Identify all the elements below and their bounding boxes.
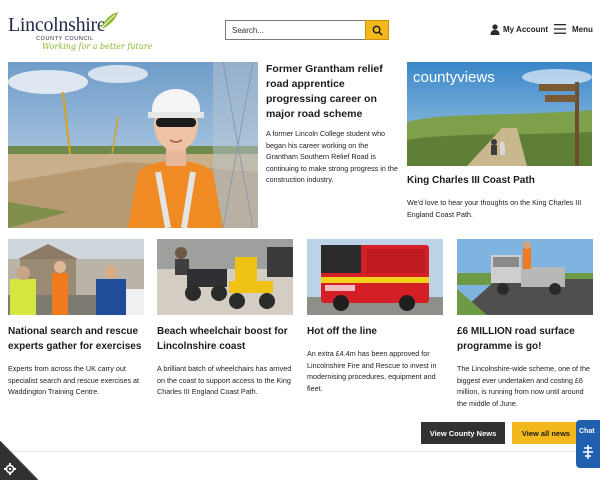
- side-feature-summary: We'd love to hear your thoughts on the K…: [407, 198, 582, 219]
- footer-divider: [0, 451, 600, 452]
- feature-image[interactable]: [8, 62, 258, 228]
- menu-label: Menu: [572, 24, 593, 34]
- search-input[interactable]: [225, 20, 366, 40]
- news-card[interactable]: Hot off the line An extra £4.4m has been…: [307, 239, 443, 394]
- hamburger-icon: [554, 24, 566, 34]
- news-card[interactable]: £6 MILLION road surface programme is go!…: [457, 239, 593, 409]
- news-card-summary: Experts from across the UK carry out spe…: [8, 364, 140, 396]
- chat-button[interactable]: Chat: [576, 420, 600, 468]
- news-card-image[interactable]: [157, 239, 293, 315]
- news-card-title[interactable]: Beach wheelchair boost for Lincolnshire …: [157, 324, 293, 354]
- news-card-title[interactable]: Hot off the line: [307, 324, 443, 339]
- feature-summary: A former Lincoln College student who beg…: [266, 129, 398, 184]
- news-card-image[interactable]: [307, 239, 443, 315]
- view-county-news-button[interactable]: View County News: [421, 422, 505, 444]
- news-card-title[interactable]: National search and rescue experts gathe…: [8, 324, 144, 354]
- search-button[interactable]: [365, 20, 389, 40]
- user-icon: [490, 24, 500, 35]
- site-header: Lincolnshire COUNTY COUNCIL Working for …: [0, 0, 600, 56]
- search-icon: [372, 25, 383, 36]
- cookie-settings-button[interactable]: [0, 440, 39, 480]
- lincoln-imp-icon: [583, 445, 593, 459]
- news-card[interactable]: Beach wheelchair boost for Lincolnshire …: [157, 239, 293, 398]
- view-all-news-button[interactable]: View all news: [512, 422, 580, 444]
- news-card-summary: The Lincolnshire-wide scheme, one of the…: [457, 364, 591, 408]
- side-feature-title[interactable]: King Charles III Coast Path: [407, 175, 592, 186]
- search-bar: [225, 20, 389, 40]
- leaf-icon: [100, 12, 118, 30]
- news-card[interactable]: National search and rescue experts gathe…: [8, 239, 144, 398]
- feature-title[interactable]: Former Grantham relief road apprentice p…: [266, 62, 398, 122]
- my-account-label: My Account: [503, 25, 549, 34]
- news-card-image[interactable]: [8, 239, 144, 315]
- news-card-image[interactable]: [457, 239, 593, 315]
- menu-button[interactable]: Menu: [554, 24, 593, 34]
- site-logo[interactable]: Lincolnshire COUNTY COUNCIL Working for …: [8, 12, 152, 52]
- side-feature-image[interactable]: countyviews: [407, 62, 592, 166]
- news-card-summary: An extra £4.4m has been approved for Lin…: [307, 349, 437, 393]
- logo-name: Lincolnshire: [8, 14, 106, 36]
- news-card-title[interactable]: £6 MILLION road surface programme is go!: [457, 324, 593, 354]
- my-account-link[interactable]: My Account: [490, 24, 548, 35]
- countyviews-text: countyviews: [413, 69, 495, 86]
- logo-tagline: Working for a better future: [42, 42, 153, 51]
- news-card-summary: A brilliant batch of wheelchairs has arr…: [157, 364, 292, 396]
- chat-label: Chat: [579, 428, 595, 435]
